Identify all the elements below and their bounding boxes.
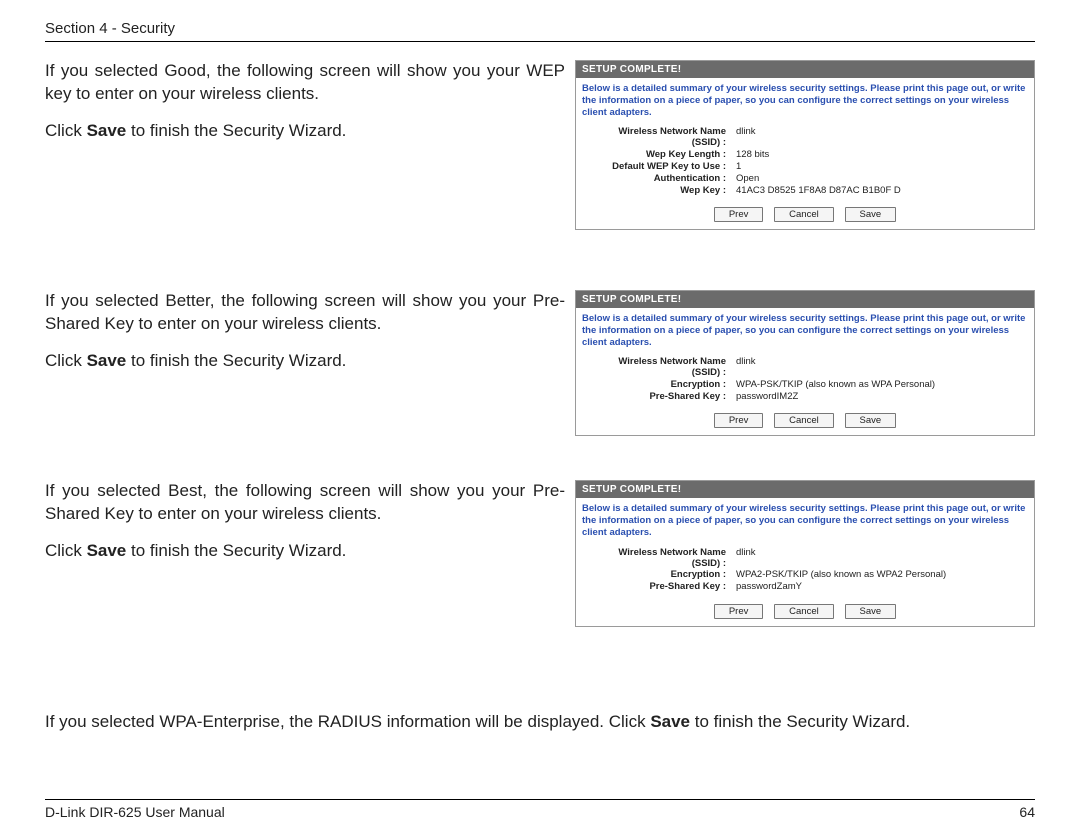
panel-better: SETUP COMPLETE! Below is a detailed summ… <box>575 290 1035 436</box>
panel-container-better: SETUP COMPLETE! Below is a detailed summ… <box>575 290 1035 436</box>
label-wep-index: Default WEP Key to Use : <box>576 162 732 173</box>
row-good: If you selected Good, the following scre… <box>45 60 1035 230</box>
save-button[interactable]: Save <box>845 207 897 222</box>
value-ssid: dlink <box>732 548 1034 570</box>
cancel-button[interactable]: Cancel <box>774 413 834 428</box>
panel-container-good: SETUP COMPLETE! Below is a detailed summ… <box>575 60 1035 230</box>
instr-best: If you selected Best, the following scre… <box>45 480 565 577</box>
page-footer: D-Link DIR-625 User Manual 64 <box>45 799 1035 820</box>
good-p1: If you selected Good, the following scre… <box>45 60 565 106</box>
label-psk: Pre-Shared Key : <box>576 582 732 593</box>
good-p2: Click Save to finish the Security Wizard… <box>45 120 565 143</box>
panel-desc: Below is a detailed summary of your wire… <box>576 308 1034 355</box>
value-encryption: WPA-PSK/TKIP (also known as WPA Personal… <box>732 380 1034 391</box>
value-ssid: dlink <box>732 127 1034 149</box>
value-wep-key: 41AC3 D8525 1F8A8 D87AC B1B0F D <box>732 186 1034 197</box>
value-wep-length: 128 bits <box>732 150 1034 161</box>
label-auth: Authentication : <box>576 174 732 185</box>
label-encryption: Encryption : <box>576 570 732 581</box>
prev-button[interactable]: Prev <box>714 413 764 428</box>
better-p1: If you selected Better, the following sc… <box>45 290 565 336</box>
panel-good: SETUP COMPLETE! Below is a detailed summ… <box>575 60 1035 230</box>
row-better: If you selected Better, the following sc… <box>45 290 1035 436</box>
section-header: Section 4 - Security <box>45 20 1035 37</box>
label-ssid: Wireless Network Name (SSID) : <box>576 127 732 149</box>
best-p1: If you selected Best, the following scre… <box>45 480 565 526</box>
better-p2: Click Save to finish the Security Wizard… <box>45 350 565 373</box>
panel-best: SETUP COMPLETE! Below is a detailed summ… <box>575 480 1035 626</box>
panel-container-best: SETUP COMPLETE! Below is a detailed summ… <box>575 480 1035 626</box>
value-auth: Open <box>732 174 1034 185</box>
prev-button[interactable]: Prev <box>714 207 764 222</box>
panel-title: SETUP COMPLETE! <box>576 61 1034 78</box>
instr-good: If you selected Good, the following scre… <box>45 60 565 157</box>
label-wep-key: Wep Key : <box>576 186 732 197</box>
label-wep-length: Wep Key Length : <box>576 150 732 161</box>
panel-desc: Below is a detailed summary of your wire… <box>576 78 1034 125</box>
save-button[interactable]: Save <box>845 413 897 428</box>
label-ssid: Wireless Network Name (SSID) : <box>576 357 732 379</box>
footer-left: D-Link DIR-625 User Manual <box>45 804 225 820</box>
value-encryption: WPA2-PSK/TKIP (also known as WPA2 Person… <box>732 570 1034 581</box>
panel-title: SETUP COMPLETE! <box>576 481 1034 498</box>
value-psk: passwordIM2Z <box>732 392 1034 403</box>
label-ssid: Wireless Network Name (SSID) : <box>576 548 732 570</box>
row-best: If you selected Best, the following scre… <box>45 480 1035 626</box>
prev-button[interactable]: Prev <box>714 604 764 619</box>
save-button[interactable]: Save <box>845 604 897 619</box>
value-wep-index: 1 <box>732 162 1034 173</box>
page-number: 64 <box>1019 804 1035 820</box>
best-p2: Click Save to finish the Security Wizard… <box>45 540 565 563</box>
label-psk: Pre-Shared Key : <box>576 392 732 403</box>
instr-better: If you selected Better, the following sc… <box>45 290 565 387</box>
panel-desc: Below is a detailed summary of your wire… <box>576 498 1034 545</box>
label-encryption: Encryption : <box>576 380 732 391</box>
cancel-button[interactable]: Cancel <box>774 207 834 222</box>
value-psk: passwordZamY <box>732 582 1034 593</box>
cancel-button[interactable]: Cancel <box>774 604 834 619</box>
value-ssid: dlink <box>732 357 1034 379</box>
panel-title: SETUP COMPLETE! <box>576 291 1034 308</box>
wpa-enterprise-note: If you selected WPA-Enterprise, the RADI… <box>45 712 1035 732</box>
